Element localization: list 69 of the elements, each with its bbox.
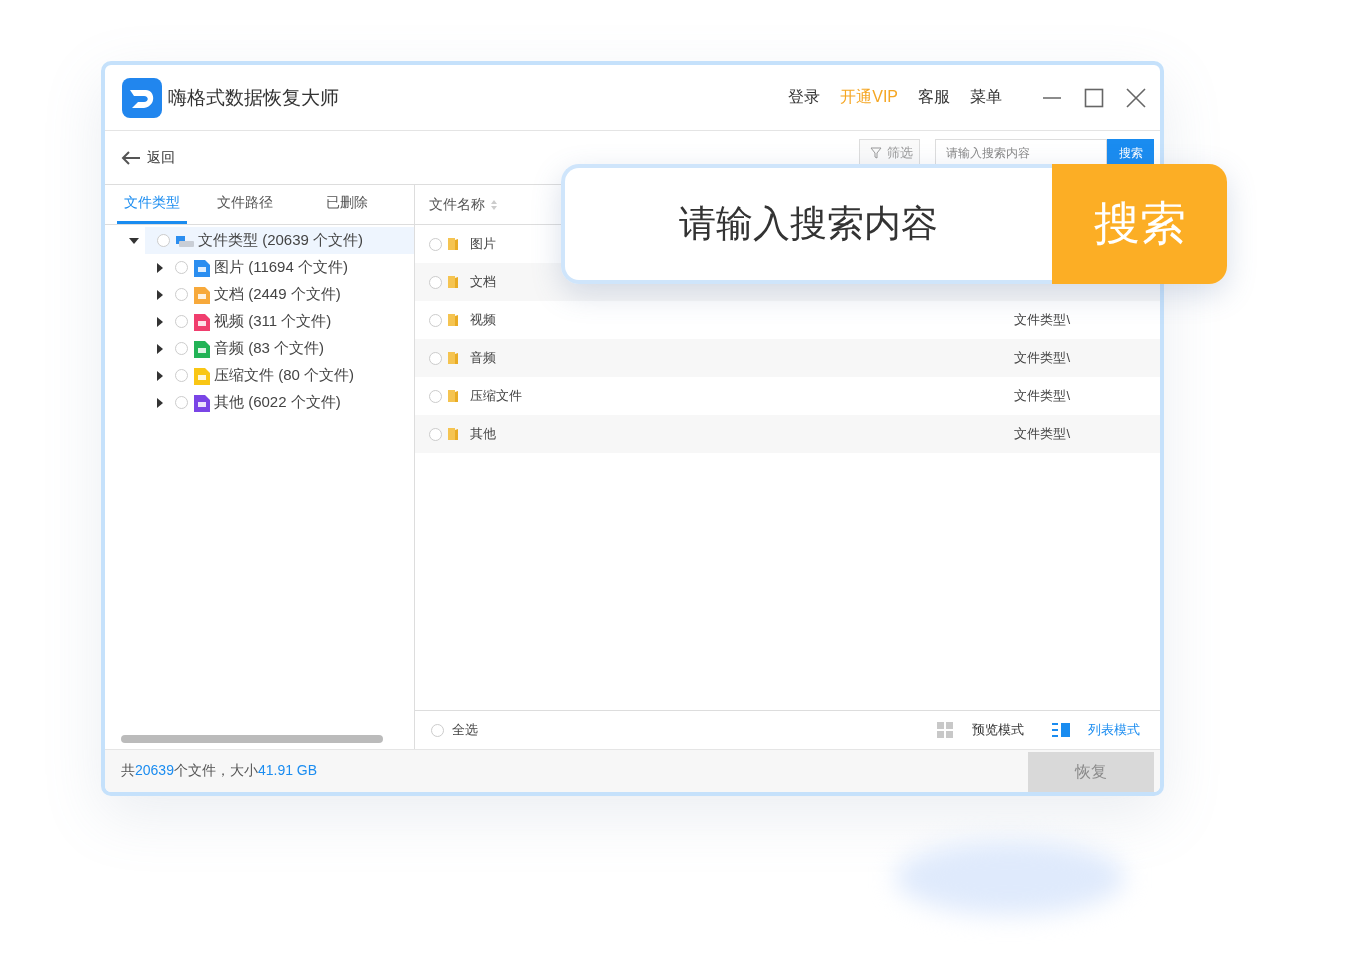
radio-button[interactable] bbox=[429, 237, 442, 251]
expand-triangle-icon[interactable] bbox=[155, 262, 165, 273]
expand-triangle-icon[interactable] bbox=[155, 343, 165, 354]
close-icon[interactable] bbox=[1126, 87, 1146, 108]
radio-button[interactable] bbox=[431, 723, 444, 737]
search-button[interactable]: 搜索 bbox=[1107, 139, 1154, 167]
tree-item-label[interactable]: 其他 (6022 个文件) bbox=[214, 393, 341, 412]
scrollbar[interactable] bbox=[121, 735, 383, 743]
folder-icon bbox=[448, 389, 458, 403]
tree-item-label[interactable]: 文档 (2449 个文件) bbox=[214, 285, 341, 304]
file-name: 视频 bbox=[470, 311, 497, 329]
preview-mode-button[interactable]: 预览模式 bbox=[936, 721, 1024, 739]
drive-icon bbox=[176, 233, 194, 248]
file-name: 音频 bbox=[470, 349, 497, 367]
radio-button[interactable] bbox=[175, 369, 188, 382]
radio-button[interactable] bbox=[175, 261, 188, 274]
expand-triangle-icon[interactable] bbox=[129, 235, 139, 246]
folder-icon bbox=[448, 313, 458, 327]
radio-button[interactable] bbox=[429, 313, 442, 327]
sort-icon[interactable] bbox=[491, 198, 497, 211]
tree-item-label[interactable]: 压缩文件 (80 个文件) bbox=[214, 366, 354, 385]
tab[interactable]: 文件类型 bbox=[117, 185, 187, 224]
list-mode-button[interactable]: 列表模式 bbox=[1052, 721, 1140, 739]
funnel-icon bbox=[870, 147, 882, 159]
logo-icon bbox=[122, 77, 162, 118]
file-name: 其他 bbox=[470, 425, 497, 443]
tab[interactable]: 已删除 bbox=[303, 185, 391, 224]
radio-button[interactable] bbox=[175, 288, 188, 301]
file-path: 文件类型\ bbox=[1014, 349, 1070, 367]
search-field[interactable]: 请输入搜索内容 bbox=[935, 139, 1107, 167]
tree-item-label[interactable]: 音频 (83 个文件) bbox=[214, 339, 324, 358]
list-icon bbox=[1052, 722, 1070, 738]
expand-triangle-icon[interactable] bbox=[155, 289, 165, 300]
file-name: 图片 bbox=[470, 235, 497, 253]
radio-button[interactable] bbox=[175, 342, 188, 355]
file-path: 文件类型\ bbox=[1014, 387, 1070, 405]
window-title: 嗨格式数据恢复大师 bbox=[168, 85, 339, 110]
radio-button[interactable] bbox=[175, 315, 188, 328]
column-header[interactable]: 文件名称 bbox=[429, 195, 485, 214]
expand-triangle-icon[interactable] bbox=[155, 397, 165, 408]
file-path: 文件类型\ bbox=[1014, 311, 1070, 329]
expand-triangle-icon[interactable] bbox=[155, 370, 165, 381]
folder-icon bbox=[448, 237, 458, 251]
back-button[interactable]: 返回 bbox=[121, 148, 175, 167]
menu-link[interactable]: 登录 bbox=[788, 87, 821, 108]
radio-button[interactable] bbox=[429, 389, 442, 403]
file-name: 压缩文件 bbox=[470, 387, 523, 405]
tree-item-label[interactable]: 图片 (11694 个文件) bbox=[214, 258, 348, 277]
radio-button[interactable] bbox=[429, 351, 442, 365]
folder-icon bbox=[448, 351, 458, 365]
menu-link[interactable]: 菜单 bbox=[970, 87, 1002, 108]
file-name: 文档 bbox=[470, 273, 497, 291]
folder-icon bbox=[448, 427, 458, 441]
tree-item-label[interactable]: 视频 (311 个文件) bbox=[214, 312, 332, 331]
radio-button[interactable] bbox=[175, 396, 188, 409]
grid-icon bbox=[936, 722, 954, 738]
radio-button[interactable] bbox=[429, 275, 442, 289]
radio-button[interactable] bbox=[157, 234, 170, 247]
folder-icon bbox=[448, 275, 458, 289]
tab[interactable]: 文件路径 bbox=[201, 185, 289, 224]
radio-button[interactable] bbox=[429, 427, 442, 441]
status-text: 共20639个文件，大小41.91 GB bbox=[121, 762, 318, 780]
file-path: 文件类型\ bbox=[1014, 425, 1070, 443]
maximize-icon[interactable] bbox=[1084, 87, 1104, 108]
menu-link[interactable]: 客服 bbox=[918, 87, 950, 108]
expand-triangle-icon[interactable] bbox=[155, 316, 165, 327]
select-all-label[interactable]: 全选 bbox=[452, 721, 478, 739]
back-arrow-icon bbox=[121, 149, 141, 166]
search-field[interactable]: 请输入搜索内容 bbox=[561, 164, 1052, 284]
